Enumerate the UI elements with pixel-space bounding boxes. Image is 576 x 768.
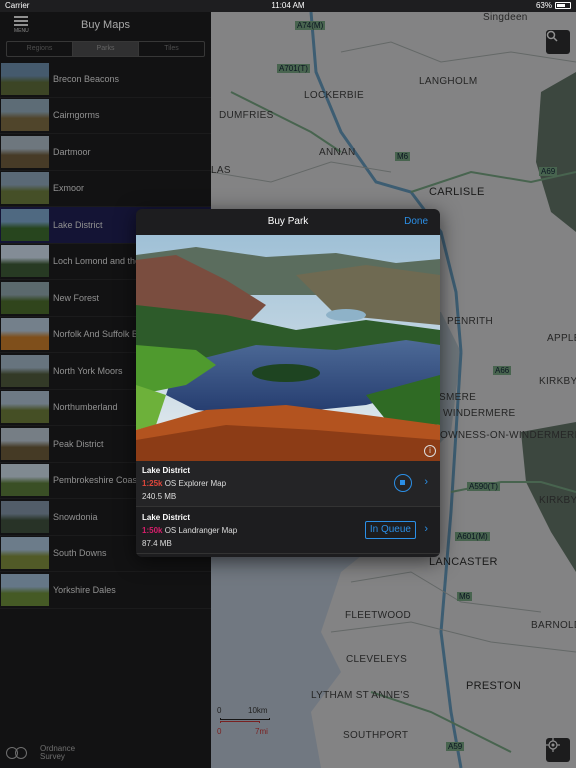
done-button[interactable]: Done — [404, 216, 428, 227]
product-size: 87.4 MB — [142, 539, 172, 548]
battery-percent: 63% — [535, 1, 552, 10]
modal-title: Buy Park — [267, 216, 309, 227]
battery-indicator: 63% — [536, 1, 571, 10]
product-name: Lake District — [142, 466, 191, 475]
product-scale: 1:25k — [142, 479, 163, 488]
chevron-right-icon[interactable]: › — [424, 476, 428, 488]
modal-header: Buy Park Done — [136, 209, 440, 235]
status-bar: Carrier 11:04 AM 63% — [0, 0, 576, 12]
info-icon[interactable]: i — [424, 445, 436, 457]
product-name: Lake District — [142, 513, 191, 522]
product-row-explorer[interactable]: Lake District 1:25k OS Explorer Map 240.… — [136, 461, 440, 507]
product-scale-line: 1:25k OS Explorer Map — [142, 479, 226, 488]
product-size: 240.5 MB — [142, 492, 177, 501]
clock: 11:04 AM — [271, 1, 305, 10]
battery-icon — [555, 2, 571, 9]
in-queue-button[interactable]: In Queue — [364, 521, 416, 539]
product-scale-line: 1:50k OS Landranger Map — [142, 526, 237, 535]
product-map-type: OS Landranger Map — [164, 526, 238, 535]
park-photo: i — [136, 235, 440, 461]
stop-download-icon[interactable] — [394, 474, 412, 492]
lake-district-landscape-image — [136, 235, 440, 461]
product-row-landranger[interactable]: Lake District 1:50k OS Landranger Map 87… — [136, 508, 440, 554]
chevron-right-icon[interactable]: › — [424, 523, 428, 535]
buy-park-modal: Buy Park Done i Lake District 1:25k OS E… — [136, 209, 440, 557]
product-map-type: OS Explorer Map — [164, 479, 227, 488]
product-scale: 1:50k — [142, 526, 163, 535]
